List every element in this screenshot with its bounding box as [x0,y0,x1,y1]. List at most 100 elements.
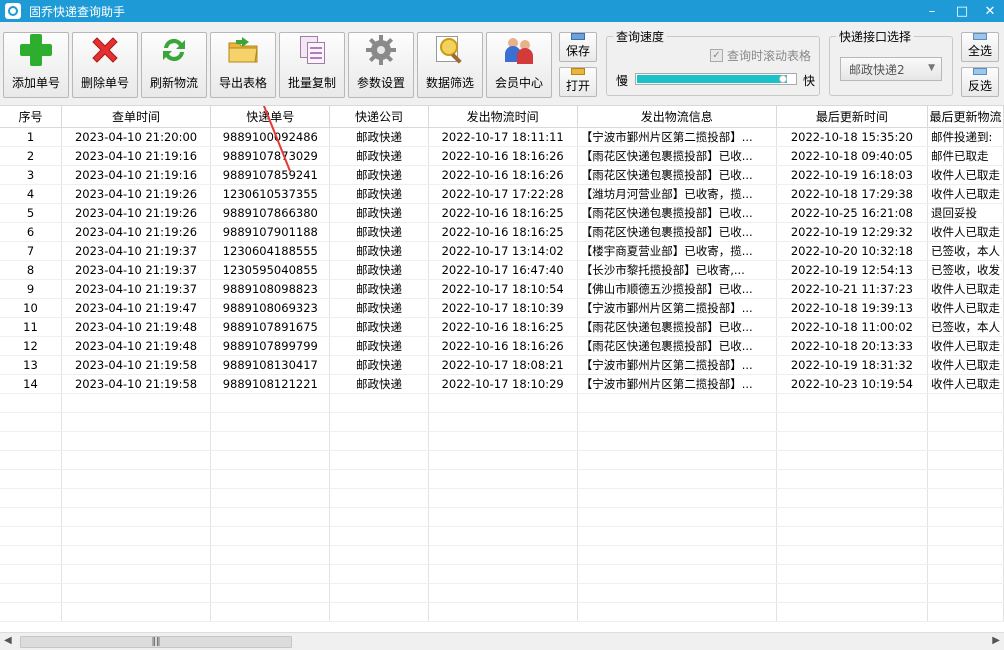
add-number-button[interactable]: 添加单号 [3,32,69,98]
table-cell: 邮政快递 [329,203,429,223]
table-row[interactable]: 4 2023-04-10 21:19:26 1230610537355 邮政快递 202… [0,184,1004,204]
api-select-dropdown[interactable]: 邮政快递2 ▼ [840,57,942,81]
table-cell: 2 [0,146,62,166]
column-header[interactable]: 发出物流信息 [577,106,777,128]
table-cell: 收件人已取走 [927,279,1004,299]
scroll-table-checkbox[interactable]: ✓ 查询时滚动表格 [710,47,811,64]
table-row[interactable]: 3 2023-04-10 21:19:16 9889107859241 邮政快递 202… [0,165,1004,185]
table-row[interactable]: 12 2023-04-10 21:19:48 9889107899799 邮政快递 20… [0,336,1004,356]
invert-selection-button[interactable]: 反选 [961,67,999,97]
table-row[interactable]: 9 2023-04-10 21:19:37 9889108098823 邮政快递 202… [0,279,1004,299]
maximize-icon[interactable]: □ [948,0,976,22]
delete-number-button[interactable]: 删除单号 [72,32,138,98]
save-button[interactable]: 保存 [559,32,597,62]
empty-cell [776,412,928,432]
table-cell: 收件人已取走 [927,336,1004,356]
table-cell: 8 [0,260,62,280]
table-cell: 2022-10-16 18:16:25 [428,203,578,223]
empty-cell [428,545,578,565]
table-row[interactable]: 5 2023-04-10 21:19:26 9889107866380 邮政快递 202… [0,203,1004,223]
speed-slider[interactable] [635,73,797,85]
scrollbar-thumb[interactable]: ‖‖ [20,636,292,648]
tracking-table[interactable]: 序号 查单时间 快递单号 快递公司 发出物流时间 发出物流信息 最后更新时间 最后更新物流 1… [0,106,1004,632]
table-cell: 2023-04-10 21:19:37 [61,260,212,280]
empty-row [0,393,1004,413]
column-header[interactable]: 最后更新物流 [927,106,1004,128]
minimize-icon[interactable]: – [918,0,946,22]
table-cell: 【雨花区快递包裹揽投部】已收... [577,203,777,223]
data-filter-button[interactable]: 数据筛选 [417,32,483,98]
member-center-button[interactable]: 会员中心 [486,32,552,98]
table-cell: 9889107891675 [210,317,331,337]
column-header[interactable]: 查单时间 [61,106,212,128]
column-header[interactable]: 快递公司 [329,106,429,128]
table-cell: 9 [0,279,62,299]
table-cell: 2022-10-20 10:32:18 [776,241,928,261]
empty-row [0,431,1004,451]
table-cell: 2022-10-17 18:10:54 [428,279,578,299]
api-selected-value: 邮政快递2 [849,62,905,77]
table-cell: 【长沙市黎托揽投部】已收寄,... [577,260,777,280]
empty-cell [927,526,1004,546]
table-row[interactable]: 14 2023-04-10 21:19:58 9889108121221 邮政快递 20… [0,374,1004,394]
column-header[interactable]: 发出物流时间 [428,106,578,128]
scroll-table-label: 查询时滚动表格 [727,49,812,63]
table-cell: 2022-10-18 19:39:13 [776,298,928,318]
table-row[interactable]: 6 2023-04-10 21:19:26 9889107901188 邮政快递 202… [0,222,1004,242]
copy-icon [296,34,328,66]
speed-slider-fill [637,75,787,83]
column-header[interactable]: 序号 [0,106,62,128]
table-row[interactable]: 8 2023-04-10 21:19:37 1230595040855 邮政快递 202… [0,260,1004,280]
open-button[interactable]: 打开 [559,67,597,97]
empty-row [0,602,1004,622]
table-cell: 2023-04-10 21:20:00 [61,127,212,147]
table-row[interactable]: 1 2023-04-10 21:20:00 9889100092486 邮政快递 202… [0,127,1004,147]
empty-cell [428,488,578,508]
close-icon[interactable]: ✕ [976,0,1004,22]
scroll-right-icon[interactable]: ▶ [992,635,1000,646]
table-row[interactable]: 11 2023-04-10 21:19:48 9889107891675 邮政快递 20… [0,317,1004,337]
horizontal-scrollbar[interactable]: ◀ ‖‖ ▶ [0,632,1004,650]
speed-slider-knob[interactable] [779,75,787,83]
api-select-group: 快递接口选择 邮政快递2 ▼ [829,28,953,96]
table-cell: 收件人已取走 [927,298,1004,318]
table-cell: 2022-10-17 16:47:40 [428,260,578,280]
batch-copy-button[interactable]: 批量复制 [279,32,345,98]
table-cell: 2022-10-19 12:29:32 [776,222,928,242]
empty-cell [0,526,62,546]
table-cell: 2022-10-16 18:16:26 [428,165,578,185]
empty-row [0,526,1004,546]
empty-cell [927,564,1004,584]
table-cell: 11 [0,317,62,337]
table-cell: 12 [0,336,62,356]
add-icon [20,34,52,66]
table-row[interactable]: 13 2023-04-10 21:19:58 9889108130417 邮政快递 20… [0,355,1004,375]
empty-cell [329,412,429,432]
empty-row [0,469,1004,489]
table-cell: 10 [0,298,62,318]
table-cell: 邮政快递 [329,127,429,147]
data-filter-label: 数据筛选 [425,76,474,90]
table-row[interactable]: 7 2023-04-10 21:19:37 1230604188555 邮政快递 202… [0,241,1004,261]
table-row[interactable]: 10 2023-04-10 21:19:47 9889108069323 邮政快递 20… [0,298,1004,318]
refresh-logistics-button[interactable]: 刷新物流 [141,32,207,98]
empty-cell [428,469,578,489]
empty-cell [0,583,62,603]
table-cell: 5 [0,203,62,223]
table-row[interactable]: 2 2023-04-10 21:19:16 9889107873029 邮政快递 202… [0,146,1004,166]
table-cell: 2023-04-10 21:19:16 [61,165,212,185]
column-header[interactable]: 最后更新时间 [776,106,928,128]
empty-cell [776,507,928,527]
empty-cell [428,564,578,584]
scroll-left-icon[interactable]: ◀ [4,635,12,646]
select-all-button[interactable]: 全选 [961,32,999,62]
empty-row [0,507,1004,527]
empty-cell [776,431,928,451]
export-table-button[interactable]: 导出表格 [210,32,276,98]
empty-cell [0,507,62,527]
settings-button[interactable]: 参数设置 [348,32,414,98]
open-folder-icon [571,68,585,75]
table-cell: 2022-10-18 20:13:33 [776,336,928,356]
empty-cell [329,431,429,451]
empty-cell [927,469,1004,489]
